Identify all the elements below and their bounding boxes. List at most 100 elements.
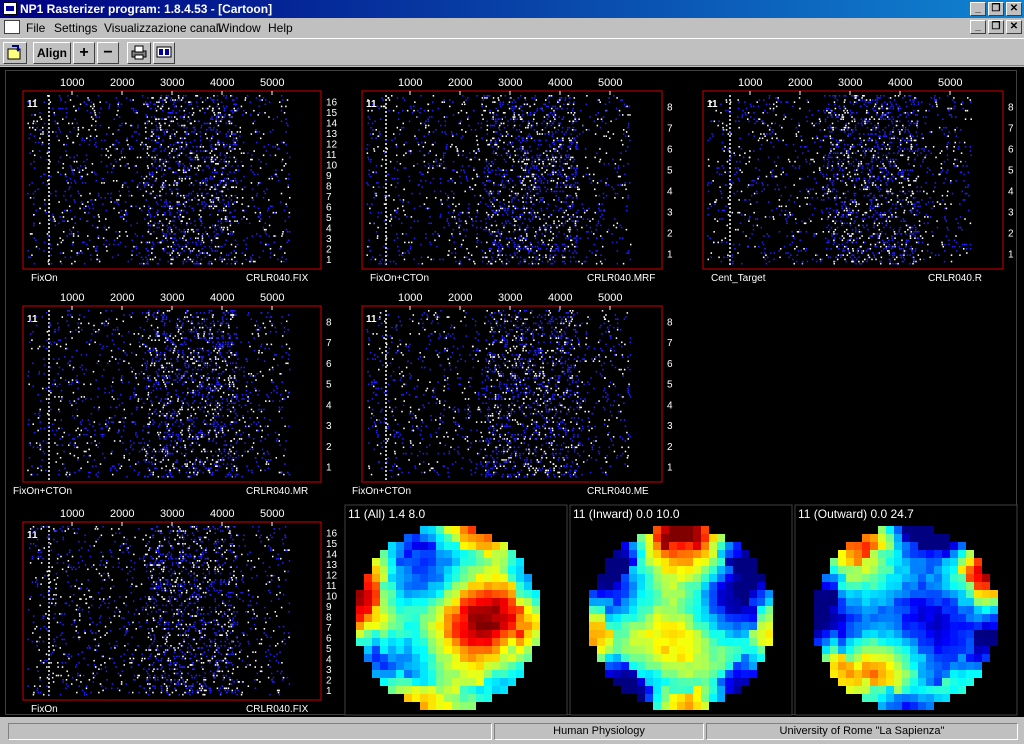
- spike-mark: [147, 184, 150, 186]
- zoom-in-button[interactable]: +: [73, 42, 95, 64]
- spike-mark: [551, 154, 554, 157]
- raster-panel-r1[interactable]: 1000 2000 3000 4000 500011 161514131211109876…: [22, 77, 338, 284]
- spike-mark: [515, 137, 517, 140]
- spike-mark: [861, 99, 864, 101]
- spike-mark: [171, 207, 173, 210]
- spike-mark: [115, 139, 118, 142]
- spike-mark: [135, 254, 138, 256]
- spike-mark: [501, 180, 504, 182]
- spike-mark: [554, 243, 556, 246]
- menu-window[interactable]: Window: [218, 21, 261, 35]
- spike-mark: [92, 207, 95, 210]
- spike-mark: [863, 95, 865, 97]
- align-button[interactable]: Align: [33, 42, 71, 64]
- menu-file[interactable]: File: [26, 21, 45, 35]
- spike-mark: [556, 184, 558, 186]
- spike-mark: [555, 224, 557, 227]
- spike-mark: [541, 173, 543, 176]
- spike-mark: [520, 131, 522, 133]
- spike-mark: [185, 95, 187, 97]
- mdi-minimize-button[interactable]: _: [970, 20, 986, 34]
- spike-mark: [457, 154, 460, 157]
- spike-mark: [217, 224, 219, 227]
- spike-mark: [85, 205, 87, 208]
- spike-mark: [459, 233, 461, 235]
- spike-mark: [137, 184, 139, 186]
- spike-mark: [366, 203, 369, 205]
- spike-mark: [575, 235, 578, 237]
- menu-visualizzazione-canali[interactable]: Visualizzazione canali: [104, 21, 221, 35]
- spike-mark: [616, 241, 618, 244]
- spike-mark: [912, 101, 914, 103]
- spike-mark: [256, 131, 258, 133]
- spike-mark: [225, 133, 227, 135]
- raster-panel-r3[interactable]: 1000 2000 3000 4000 500011 87654321Cent_Targe…: [702, 77, 1014, 284]
- spike-mark: [82, 169, 84, 171]
- mdi-close-button[interactable]: ✕: [1006, 20, 1022, 34]
- spike-mark: [729, 101, 732, 103]
- open-file-button[interactable]: [3, 42, 27, 64]
- spike-mark: [549, 224, 551, 227]
- spike-mark: [793, 101, 796, 103]
- spike-mark: [878, 135, 880, 137]
- spike-mark: [423, 203, 426, 205]
- spike-mark: [200, 258, 202, 261]
- spike-mark: [192, 209, 195, 212]
- spike-mark: [87, 201, 89, 203]
- spike-mark: [514, 243, 516, 246]
- spike-mark: [176, 184, 178, 186]
- spike-mark: [424, 180, 427, 182]
- spike-mark: [486, 120, 488, 123]
- spike-mark: [105, 148, 108, 150]
- app-icon[interactable]: [3, 2, 17, 15]
- spike-mark: [769, 126, 772, 129]
- spike-mark: [134, 233, 137, 235]
- spike-mark: [219, 180, 221, 182]
- spike-mark: [487, 205, 489, 208]
- spike-mark: [499, 101, 502, 103]
- spike-mark: [208, 167, 210, 169]
- spike-mark: [384, 194, 386, 197]
- zoom-out-button[interactable]: −: [97, 42, 119, 64]
- mdi-restore-button[interactable]: ❐: [988, 20, 1004, 34]
- raster-panel-r2[interactable]: 1000 2000 3000 4000 500011 87654321FixOn+CTOn…: [361, 77, 673, 284]
- spike-mark: [553, 158, 555, 161]
- spike-mark: [224, 114, 226, 116]
- spike-mark: [531, 160, 533, 163]
- spike-mark: [546, 180, 549, 182]
- spike-mark: [553, 120, 555, 123]
- spike-mark: [58, 129, 61, 131]
- menu-help[interactable]: Help: [268, 21, 293, 35]
- menu-settings[interactable]: Settings: [54, 21, 97, 35]
- spike-mark: [214, 169, 216, 171]
- spike-mark: [531, 260, 533, 263]
- spike-mark: [80, 194, 82, 197]
- spike-mark: [155, 201, 158, 203]
- spike-mark: [835, 146, 838, 148]
- spike-mark: [876, 99, 878, 101]
- mdi-document-icon[interactable]: [4, 20, 20, 34]
- spike-mark: [95, 120, 97, 123]
- spike-mark: [287, 184, 290, 186]
- close-button[interactable]: ✕: [1006, 2, 1022, 16]
- spike-mark: [576, 135, 578, 137]
- view-button[interactable]: [153, 42, 175, 64]
- spike-mark: [710, 120, 713, 123]
- spike-mark: [530, 163, 533, 165]
- minimize-button[interactable]: _: [970, 2, 986, 16]
- spike-mark: [907, 120, 910, 123]
- print-button[interactable]: [127, 42, 151, 64]
- spike-mark: [232, 186, 235, 188]
- spike-mark: [495, 173, 497, 176]
- spike-mark: [268, 224, 271, 227]
- spike-mark: [54, 220, 56, 222]
- spike-mark: [241, 218, 243, 220]
- spike-mark: [151, 122, 153, 125]
- spike-mark: [394, 216, 397, 218]
- restore-button[interactable]: ❐: [988, 2, 1004, 16]
- spike-mark: [241, 114, 244, 116]
- spike-mark: [413, 109, 415, 112]
- spike-mark: [176, 203, 179, 205]
- spike-mark: [84, 211, 86, 214]
- spike-mark: [616, 250, 619, 252]
